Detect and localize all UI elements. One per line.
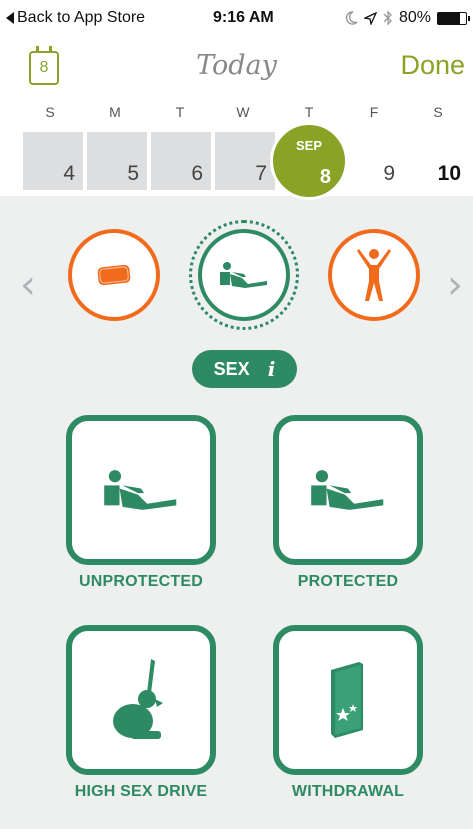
weekday-label: T (175, 104, 185, 120)
selected-month: SEP (295, 138, 322, 153)
done-button[interactable]: Done (400, 50, 465, 81)
reclining-person-icon (220, 262, 267, 288)
selected-day[interactable]: SEP 8 (270, 122, 348, 200)
battery-icon (437, 11, 470, 25)
date-number: 10 (437, 162, 461, 185)
category-button-exercise[interactable] (328, 229, 420, 321)
bluetooth-icon (383, 10, 392, 26)
book-stars-icon (331, 662, 363, 738)
weekday-label: S (45, 104, 55, 120)
weekday-row: S M T W T F S (0, 104, 473, 124)
selected-day-number: 8 (319, 166, 331, 188)
status-bar: Back to App Store 9:16 AM 80% (0, 0, 473, 38)
battery-percent: 80% (398, 9, 431, 26)
reclining-person-icon (104, 470, 177, 510)
date-cell[interactable]: 7 (215, 132, 275, 190)
exercise-person-icon (357, 249, 391, 301)
status-indicators: 80% (345, 9, 470, 27)
date-cell[interactable]: 4 (23, 132, 83, 190)
option-unprotected[interactable] (66, 415, 216, 565)
date-number: 7 (255, 162, 267, 185)
back-to-app-store[interactable]: Back to App Store (6, 9, 145, 27)
category-label: SEX (213, 358, 250, 379)
option-protected[interactable] (273, 415, 423, 565)
category-button-sex[interactable] (198, 229, 290, 321)
date-strip: 4 5 6 7 9 10 (0, 132, 473, 190)
next-category-arrow[interactable]: › (447, 262, 463, 308)
weekday-label: M (109, 104, 121, 120)
weekday-label: T (304, 104, 314, 120)
weekday-label: W (236, 104, 250, 120)
previous-category-arrow[interactable]: ‹ (20, 262, 36, 308)
weekday-label: F (369, 104, 379, 120)
pill-icon (97, 264, 131, 286)
option-label: PROTECTED (297, 573, 399, 590)
location-arrow-icon (363, 11, 377, 25)
back-triangle-icon (6, 12, 14, 24)
status-time: 9:16 AM (213, 9, 274, 26)
option-label: WITHDRAWAL (291, 783, 405, 800)
option-label: UNPROTECTED (79, 573, 203, 590)
nav-bar: 8 Today Done (0, 38, 473, 96)
option-high-sex-drive[interactable] (66, 625, 216, 775)
date-cell[interactable]: 9 (343, 132, 403, 190)
option-label: HIGH SEX DRIVE (74, 783, 208, 800)
date-cell[interactable]: 6 (151, 132, 211, 190)
back-label: Back to App Store (17, 9, 146, 26)
date-number: 4 (63, 162, 75, 185)
moon-icon (345, 11, 358, 25)
reclining-person-icon (311, 470, 384, 510)
battery-fill (438, 12, 461, 24)
rabbit-icon (113, 659, 163, 739)
info-icon: i (267, 357, 276, 381)
date-number: 5 (127, 162, 139, 185)
date-number: 6 (191, 162, 203, 185)
date-cell[interactable]: 10 (407, 132, 469, 190)
date-cell[interactable]: 5 (87, 132, 147, 190)
category-button-pill[interactable] (68, 229, 160, 321)
date-number: 9 (383, 162, 395, 185)
option-withdrawal[interactable] (273, 625, 423, 775)
weekday-label: S (433, 104, 443, 120)
category-info-button[interactable]: SEX i (192, 350, 297, 388)
